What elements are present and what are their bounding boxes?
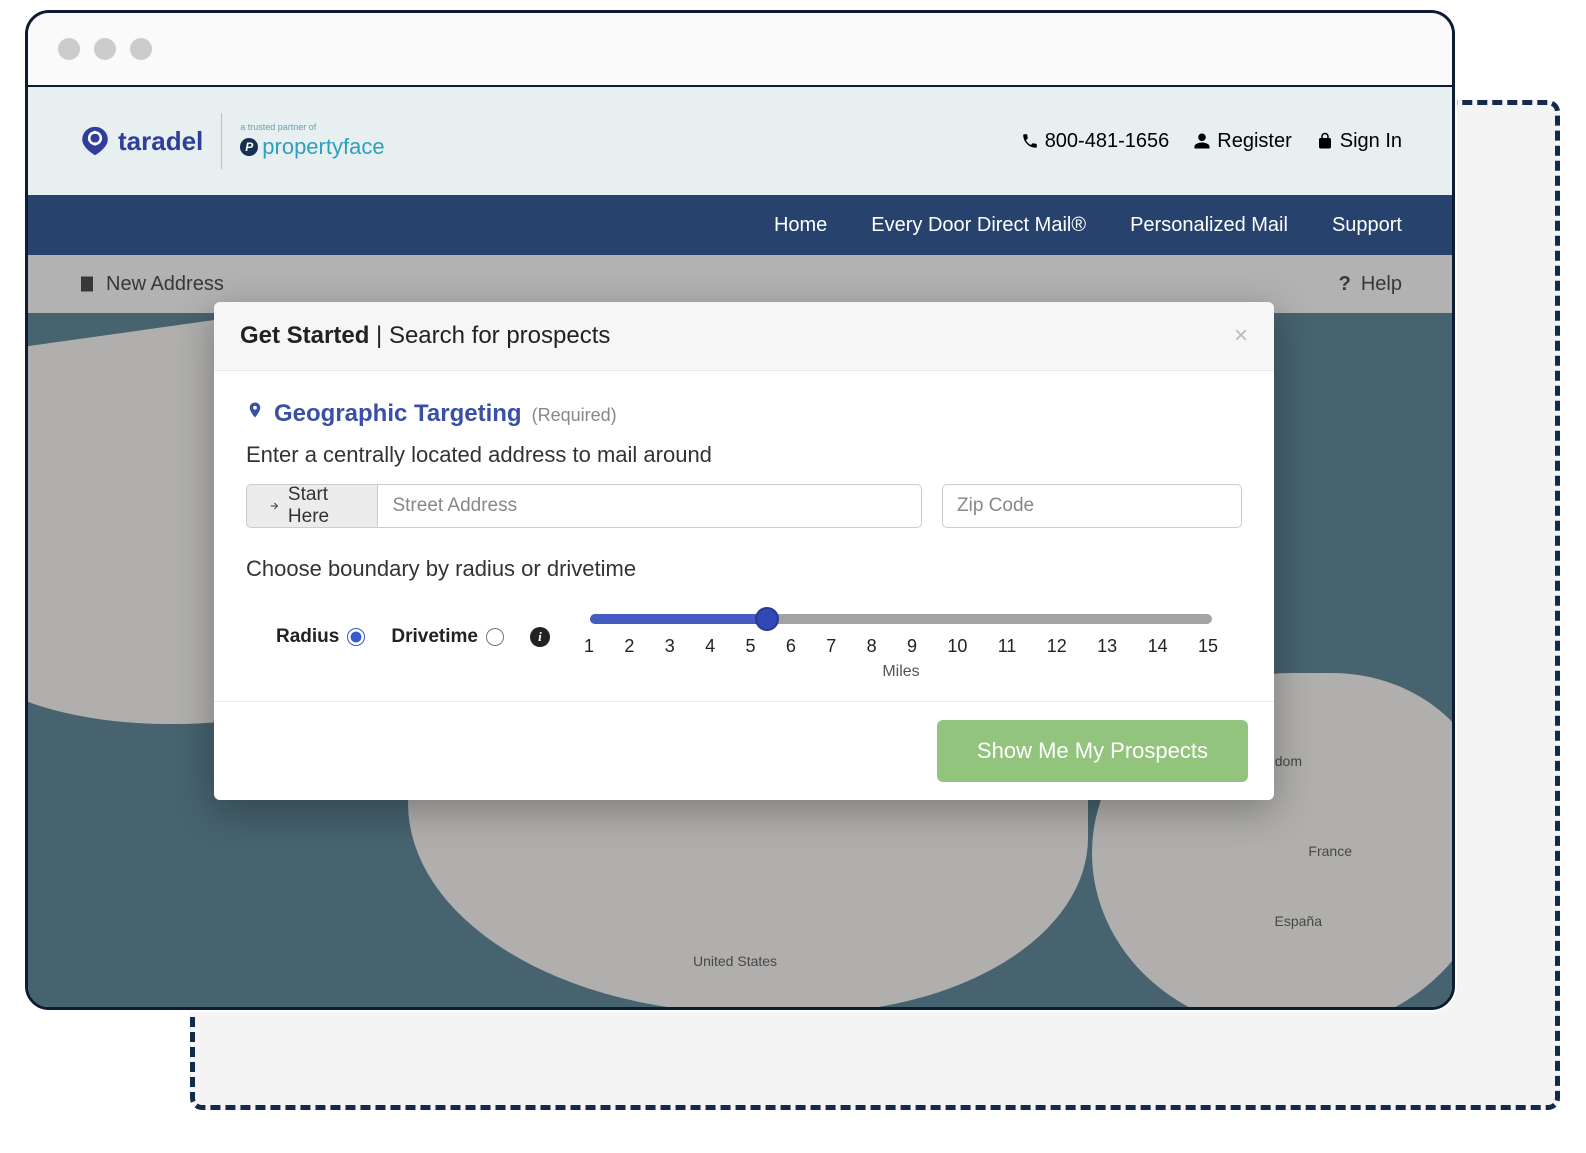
nav-home[interactable]: Home — [774, 214, 827, 237]
show-prospects-button[interactable]: Show Me My Prospects — [937, 720, 1248, 782]
partner-brand-text: propertyface — [262, 134, 384, 160]
logo-group: taradel a trusted partner of P propertyf… — [78, 113, 385, 169]
slider-tick: 11 — [998, 636, 1017, 657]
browser-titlebar — [28, 13, 1452, 87]
slider-tick: 4 — [705, 636, 715, 657]
window-dot — [94, 38, 116, 60]
help-link[interactable]: Help — [1361, 273, 1402, 296]
drivetime-radio-input[interactable] — [486, 628, 504, 646]
help-icon: ? — [1339, 273, 1351, 296]
map-label-fr: France — [1308, 843, 1352, 859]
slider-tick: 12 — [1047, 636, 1067, 657]
slider-tick: 2 — [624, 636, 634, 657]
nav-support[interactable]: Support — [1332, 214, 1402, 237]
section-heading: Geographic Targeting (Required) — [246, 399, 1242, 428]
boundary-radio-group: Radius Drivetime i — [246, 604, 550, 648]
slider-tick: 15 — [1198, 636, 1218, 657]
building-icon — [78, 275, 96, 293]
nav-personalized[interactable]: Personalized Mail — [1130, 214, 1288, 237]
slider-track[interactable] — [590, 614, 1212, 624]
logo-primary-text: taradel — [118, 126, 203, 157]
info-icon[interactable]: i — [530, 627, 550, 647]
street-input-group: Start Here — [246, 484, 922, 528]
phone-number: 800-481-1656 — [1045, 130, 1170, 153]
slider-tick: 6 — [786, 636, 796, 657]
slider-fill — [590, 614, 767, 624]
radius-radio-input[interactable] — [347, 628, 365, 646]
distance-slider: 123456789101112131415 Miles — [580, 604, 1242, 681]
address-row: Start Here — [246, 484, 1242, 528]
slider-tick: 1 — [584, 636, 594, 657]
required-label: (Required) — [532, 405, 617, 426]
new-address-link[interactable]: New Address — [106, 273, 224, 296]
start-here-label: Start Here — [246, 484, 377, 528]
radius-radio[interactable]: Radius — [276, 626, 365, 648]
map-pin-icon — [246, 399, 264, 427]
logo-divider — [221, 113, 222, 169]
modal-close-button[interactable]: × — [1234, 322, 1248, 350]
boundary-row: Radius Drivetime i 123456789101112131415… — [246, 604, 1242, 681]
section-title: Geographic Targeting — [274, 400, 522, 428]
modal-header: Get Started | Search for prospects × — [214, 302, 1274, 371]
app-header: taradel a trusted partner of P propertyf… — [28, 87, 1452, 195]
header-phone[interactable]: 800-481-1656 — [1021, 130, 1170, 153]
map-label-us: United States — [693, 953, 777, 969]
main-nav: Home Every Door Direct Mail® Personalize… — [28, 195, 1452, 255]
slider-tick: 7 — [826, 636, 836, 657]
slider-tick: 14 — [1148, 636, 1168, 657]
window-dot — [130, 38, 152, 60]
slider-tick: 10 — [947, 636, 967, 657]
instruction-text: Enter a centrally located address to mai… — [246, 442, 1242, 468]
boundary-instruction: Choose boundary by radius or drivetime — [246, 556, 1242, 582]
logo-mark-icon — [78, 124, 112, 158]
register-link[interactable]: Register — [1193, 130, 1291, 153]
signin-text: Sign In — [1340, 130, 1402, 153]
lock-icon — [1316, 132, 1334, 150]
map-label-es: España — [1275, 913, 1322, 929]
slider-tick: 5 — [745, 636, 755, 657]
arrow-right-icon — [269, 499, 280, 513]
zip-code-input[interactable] — [942, 484, 1242, 528]
drivetime-radio-label: Drivetime — [391, 626, 478, 648]
drivetime-radio[interactable]: Drivetime — [391, 626, 504, 648]
header-links: 800-481-1656 Register Sign In — [1021, 130, 1402, 153]
modal-title: Get Started | Search for prospects — [240, 322, 610, 350]
slider-tick: 9 — [907, 636, 917, 657]
slider-unit-label: Miles — [580, 663, 1222, 681]
logo-partner[interactable]: a trusted partner of P propertyface — [240, 122, 384, 160]
get-started-modal: Get Started | Search for prospects × Geo… — [214, 302, 1274, 800]
nav-eddm[interactable]: Every Door Direct Mail® — [871, 214, 1086, 237]
slider-tick: 13 — [1097, 636, 1117, 657]
user-icon — [1193, 132, 1211, 150]
register-text: Register — [1217, 130, 1291, 153]
signin-link[interactable]: Sign In — [1316, 130, 1402, 153]
radius-radio-label: Radius — [276, 626, 339, 648]
street-address-input[interactable] — [377, 484, 922, 528]
slider-tick: 3 — [665, 636, 675, 657]
slider-thumb[interactable] — [755, 607, 779, 631]
slider-tick: 8 — [867, 636, 877, 657]
modal-body: Geographic Targeting (Required) Enter a … — [214, 371, 1274, 701]
logo-primary[interactable]: taradel — [78, 124, 203, 158]
partner-tagline: a trusted partner of — [240, 122, 384, 132]
phone-icon — [1021, 132, 1039, 150]
modal-footer: Show Me My Prospects — [214, 701, 1274, 800]
window-dot — [58, 38, 80, 60]
partner-mark-icon: P — [240, 138, 258, 156]
slider-tick-labels: 123456789101112131415 — [580, 636, 1222, 657]
